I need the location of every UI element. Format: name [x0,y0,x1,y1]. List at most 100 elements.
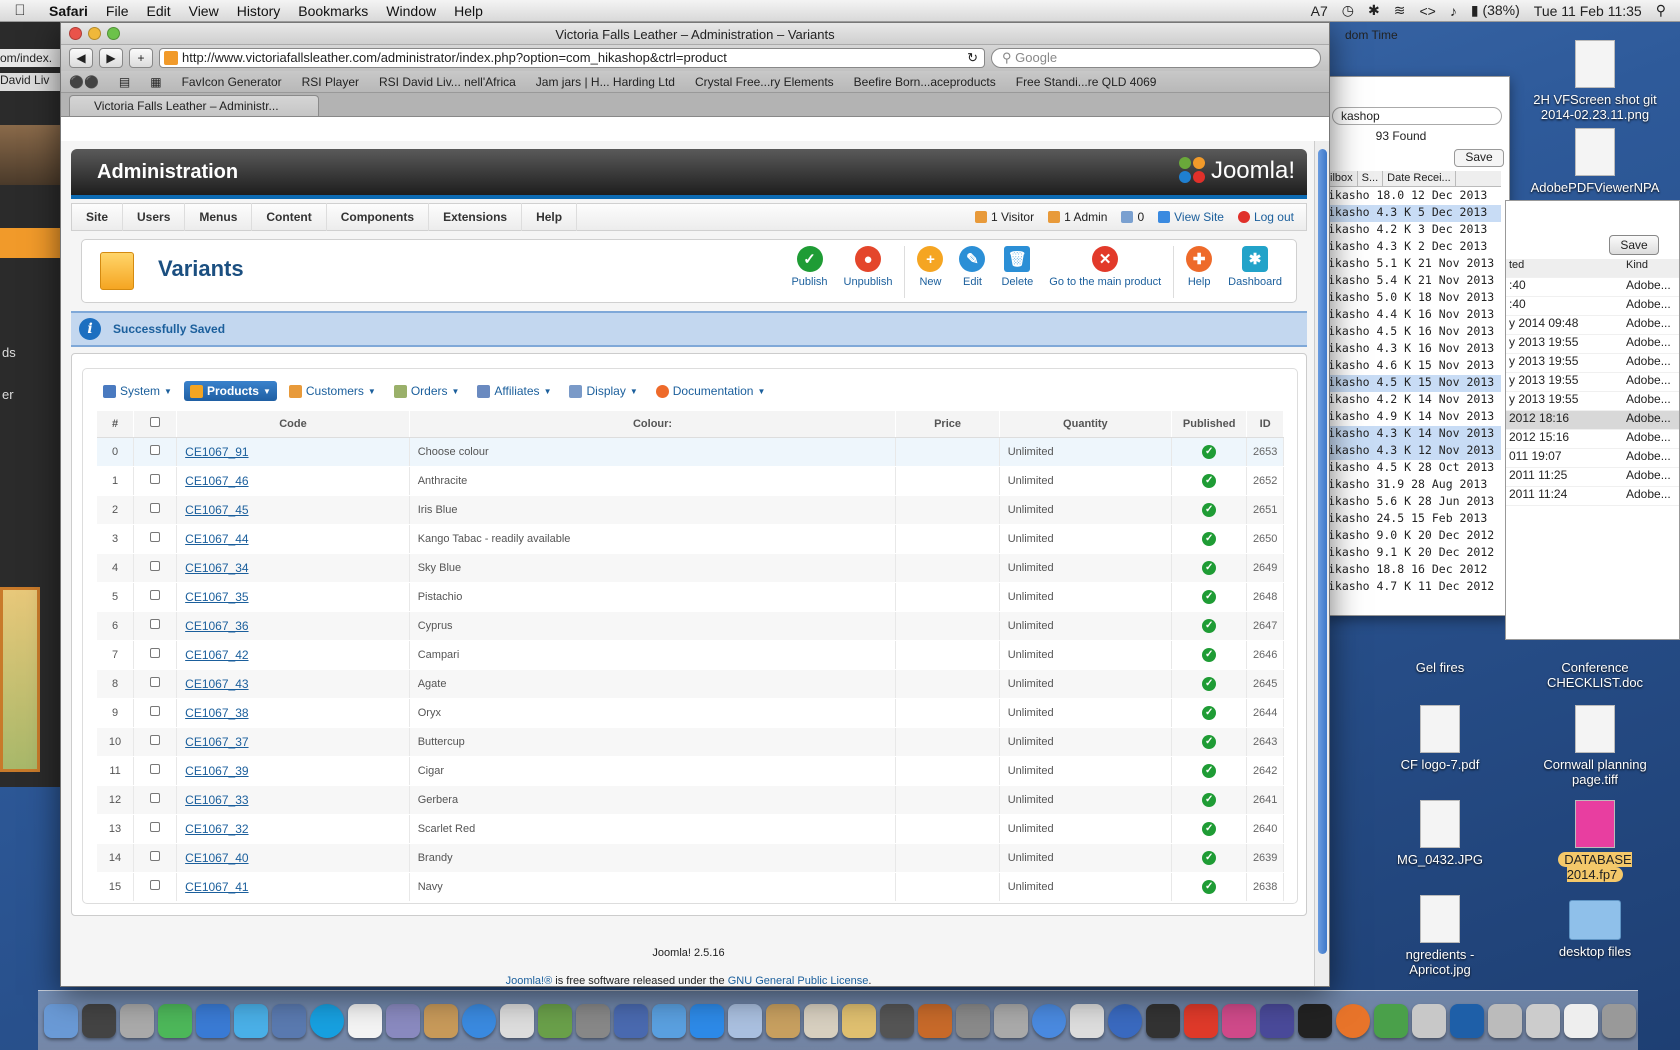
row-checkbox[interactable] [150,503,161,513]
go-to-main-product-button[interactable]: ✕ Go to the main product [1041,246,1169,298]
finder-row[interactable]: 2011 11:24 Adobe... [1506,487,1679,506]
publish-button[interactable]: ✓ Publish [783,246,835,298]
documents-stack-icon[interactable] [1526,1003,1560,1038]
safari-icon[interactable] [234,1003,268,1038]
desktop-icon-desktop-files[interactable]: desktop files [1530,900,1660,959]
row-checkbox[interactable] [150,677,161,687]
bookmark-item[interactable]: Free Standi...re QLD 4069 [1016,75,1157,89]
admin-menu-users[interactable]: Users [123,203,186,231]
finder-col-kind[interactable]: Kind [1626,259,1648,277]
indesign-icon[interactable] [1222,1003,1256,1038]
column-header-code[interactable]: Code [176,411,410,438]
preview-icon[interactable] [994,1003,1028,1038]
mail-row[interactable]: ikasho 4.4 K 16 Nov 2013 [1326,307,1501,324]
google-earth-icon[interactable] [1108,1003,1142,1038]
mail-row[interactable]: ikasho 4.5 K 16 Nov 2013 [1326,324,1501,341]
mail-row[interactable]: ikasho 4.3 K 5 Dec 2013 [1326,205,1501,222]
bookmarks-book-icon[interactable]: ▤ [119,75,130,89]
app-icon[interactable] [158,1003,192,1038]
mail-row[interactable]: ikasho 4.3 K 2 Dec 2013 [1326,239,1501,256]
variant-code-link[interactable]: CE1067_41 [177,880,248,894]
trash-icon[interactable] [1602,1003,1636,1038]
column-header-colour[interactable]: Colour: [409,411,897,438]
variant-code-link[interactable]: CE1067_35 [177,590,248,604]
finder-row[interactable]: y 2013 19:55 Adobe... [1506,373,1679,392]
column-header-id[interactable]: ID [1246,411,1284,438]
desktop-icon-cornwall[interactable]: Cornwall planning page.tiff [1530,705,1660,787]
new-button[interactable]: + New [909,246,951,298]
variant-code-link[interactable]: CE1067_40 [177,851,248,865]
menu-edit[interactable]: Edit [137,3,179,19]
tab-current[interactable]: Victoria Falls Leather – Administr... [69,95,319,116]
published-check-icon[interactable]: ✓ [1202,589,1217,604]
edit-button[interactable]: ✎ Edit [951,246,993,298]
published-check-icon[interactable]: ✓ [1202,734,1217,749]
submenu-customers[interactable]: Customers ▼ [283,381,382,401]
dreamweaver-icon[interactable] [1374,1003,1408,1038]
app-icon[interactable] [652,1003,686,1038]
row-checkbox[interactable] [150,764,161,774]
app-icon[interactable] [728,1003,762,1038]
vertical-scrollbar[interactable] [1314,141,1329,986]
logout-link[interactable]: Log out [1237,210,1294,224]
finder-row[interactable]: 011 19:07 Adobe... [1506,449,1679,468]
submenu-documentation[interactable]: Documentation ▼ [650,381,772,401]
published-check-icon[interactable]: ✓ [1202,821,1217,836]
dvd-player-icon[interactable] [500,1003,534,1038]
variant-code-link[interactable]: CE1067_34 [177,561,248,575]
row-checkbox[interactable] [150,648,161,658]
published-check-icon[interactable]: ✓ [1202,560,1217,575]
row-checkbox[interactable] [150,851,161,861]
mail-row[interactable]: ikasho 4.7 K 11 Dec 2012 [1326,579,1501,596]
finder-row[interactable]: y 2013 19:55 Adobe... [1506,335,1679,354]
check-all-checkbox[interactable] [150,417,161,428]
mail-col-size[interactable]: S... [1358,171,1384,186]
dropbox-icon[interactable] [690,1003,724,1038]
camera-icon[interactable] [880,1003,914,1038]
wifi-icon[interactable]: ≋ [1394,2,1406,19]
variant-code-link[interactable]: CE1067_32 [177,822,248,836]
variant-code-link[interactable]: CE1067_43 [177,677,248,691]
clock[interactable]: Tue 11 Feb 11:35 [1534,3,1642,19]
calculator-icon[interactable] [120,1003,154,1038]
calendar-icon[interactable] [348,1003,382,1038]
admin-menu-components[interactable]: Components [327,203,430,231]
back-button[interactable]: ◀ [69,48,93,68]
mail-search-field[interactable]: kashop [1332,107,1502,125]
bookmark-item[interactable]: FavIcon Generator [182,75,282,89]
published-check-icon[interactable]: ✓ [1202,705,1217,720]
menu-view[interactable]: View [180,3,228,19]
mail-col-date[interactable]: Date Recei... [1383,171,1456,186]
row-checkbox[interactable] [150,474,161,484]
finder-row[interactable]: 2012 18:16 Adobe... [1506,411,1679,430]
desktop-icon-gel-fires[interactable]: Gel fires [1380,660,1500,675]
column-header-price[interactable]: Price [895,411,1000,438]
background-mail-window[interactable]: kashop 93 Found Save ilbox S... Date Rec… [1325,76,1510,616]
downloads-stack-icon[interactable] [1488,1003,1522,1038]
published-check-icon[interactable]: ✓ [1202,502,1217,517]
code-icon[interactable]: <> [1419,3,1435,19]
background-browser-window[interactable]: om/index. David Liv ds er [0,22,64,787]
mail-row[interactable]: ikasho 24.5 15 Feb 2013 [1326,511,1501,528]
mail-row[interactable]: ikasho 4.3 K 16 Nov 2013 [1326,341,1501,358]
row-checkbox[interactable] [150,590,161,600]
joomla-link[interactable]: Joomla!® [506,975,553,986]
messages-status[interactable]: 0 [1121,210,1144,224]
published-check-icon[interactable]: ✓ [1202,618,1217,633]
document-icon[interactable] [1564,1003,1598,1038]
menu-history[interactable]: History [228,3,290,19]
mail-row[interactable]: ikasho 31.9 28 Aug 2013 [1326,477,1501,494]
app-icon[interactable] [918,1003,952,1038]
row-checkbox[interactable] [150,532,161,542]
time-machine-icon[interactable]: ◷ [1342,2,1354,19]
top-sites-grid-icon[interactable]: ▦ [150,75,161,89]
desktop-icon-screenshot[interactable]: 2H VFScreen shot git 2014-02.23.11.png [1530,40,1660,122]
app-icon[interactable] [1260,1003,1294,1038]
published-check-icon[interactable]: ✓ [1202,676,1217,691]
bookmark-item[interactable]: RSI David Liv... nell'Africa [379,75,516,89]
gpl-link[interactable]: GNU General Public License [728,975,869,986]
submenu-affiliates[interactable]: Affiliates ▼ [471,381,557,401]
menu-app[interactable]: Safari [40,3,97,19]
published-check-icon[interactable]: ✓ [1202,850,1217,865]
variant-code-link[interactable]: CE1067_45 [177,503,248,517]
